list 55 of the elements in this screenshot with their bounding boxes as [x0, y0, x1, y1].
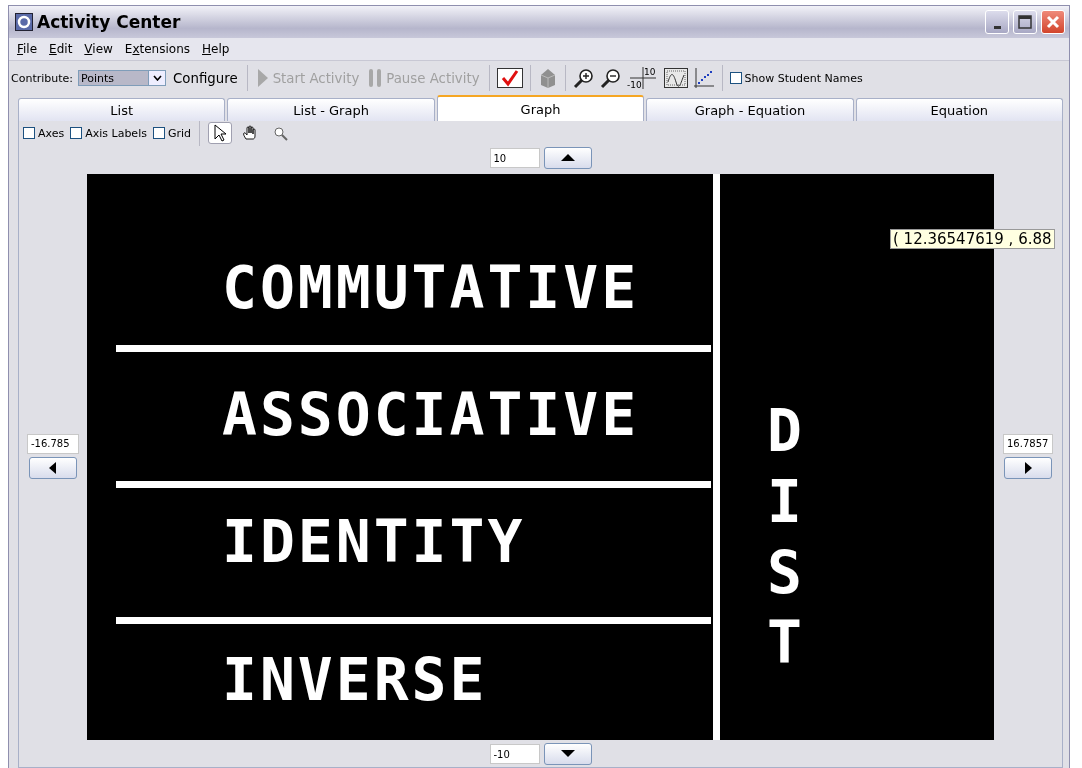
minimize-icon — [993, 25, 1001, 29]
play-icon — [256, 68, 269, 88]
pause-icon — [368, 68, 383, 88]
caret-icon — [152, 75, 162, 81]
maximize-icon — [1018, 15, 1032, 29]
scatter-plot-icon[interactable] — [692, 67, 715, 89]
x-max-field[interactable]: 16.7857 — [1003, 433, 1053, 454]
y-max-field[interactable]: 10 — [489, 148, 540, 168]
magnifier-icon — [272, 125, 288, 141]
hand-icon — [242, 125, 259, 141]
vertical-word: DIST — [767, 396, 803, 679]
tool-button[interactable] — [208, 122, 233, 144]
zoom-in-icon[interactable] — [572, 67, 595, 89]
graph-word: IDENTITY — [222, 513, 526, 571]
tab[interactable]: Graph - Equation — [646, 98, 854, 121]
menu-item[interactable]: View — [79, 40, 118, 58]
checkbox[interactable] — [70, 127, 83, 139]
close-icon — [1046, 15, 1060, 29]
minimize-button[interactable] — [985, 10, 1009, 34]
checkbox[interactable] — [729, 72, 742, 84]
checkmark-icon[interactable] — [496, 68, 523, 88]
checkbox-label: Show Student Names — [744, 71, 863, 85]
scroll-up-button[interactable] — [543, 147, 592, 169]
app-icon — [15, 13, 33, 31]
checkbox[interactable] — [23, 127, 35, 139]
graph-word: ASSOCIATIVE — [222, 386, 640, 444]
y-min-field[interactable]: -10 — [489, 744, 540, 764]
checkbox[interactable] — [152, 127, 165, 139]
tab[interactable]: List - Graph — [227, 98, 435, 121]
contribute-dropdown[interactable]: Points — [78, 70, 166, 86]
checkbox-label: Axes — [38, 126, 65, 140]
coordinate-tooltip: ( 12.36547619 , 6.88 — [890, 229, 1055, 249]
tab[interactable]: Graph — [436, 95, 645, 121]
tab[interactable]: List — [18, 98, 226, 121]
window-title: Activity Center — [37, 12, 182, 32]
checkbox-label: Axis Labels — [85, 126, 147, 140]
fit-graph-icon[interactable] — [663, 68, 688, 88]
menu-item[interactable]: File — [12, 40, 43, 58]
scroll-right-button[interactable] — [1004, 456, 1052, 479]
x-min-field[interactable]: -16.785 — [27, 433, 79, 454]
checkbox-label: Grid — [167, 126, 192, 140]
close-button[interactable] — [1041, 10, 1065, 34]
menu-item[interactable]: Help — [197, 40, 235, 58]
configure-button[interactable]: Configure — [171, 70, 240, 86]
menu-item[interactable]: Extensions — [119, 40, 195, 58]
menu-item[interactable]: Edit — [44, 40, 78, 58]
pointer-icon — [214, 124, 227, 142]
contribute-label: Contribute: — [11, 71, 73, 85]
scroll-down-button[interactable] — [543, 743, 592, 765]
graph-word: INVERSE — [222, 651, 488, 709]
maximize-button[interactable] — [1013, 10, 1037, 34]
scroll-left-button[interactable] — [29, 456, 77, 479]
tab[interactable]: Equation — [855, 98, 1064, 121]
graph-word: COMMUTATIVE — [222, 259, 640, 317]
zoom-out-icon[interactable] — [599, 67, 622, 89]
